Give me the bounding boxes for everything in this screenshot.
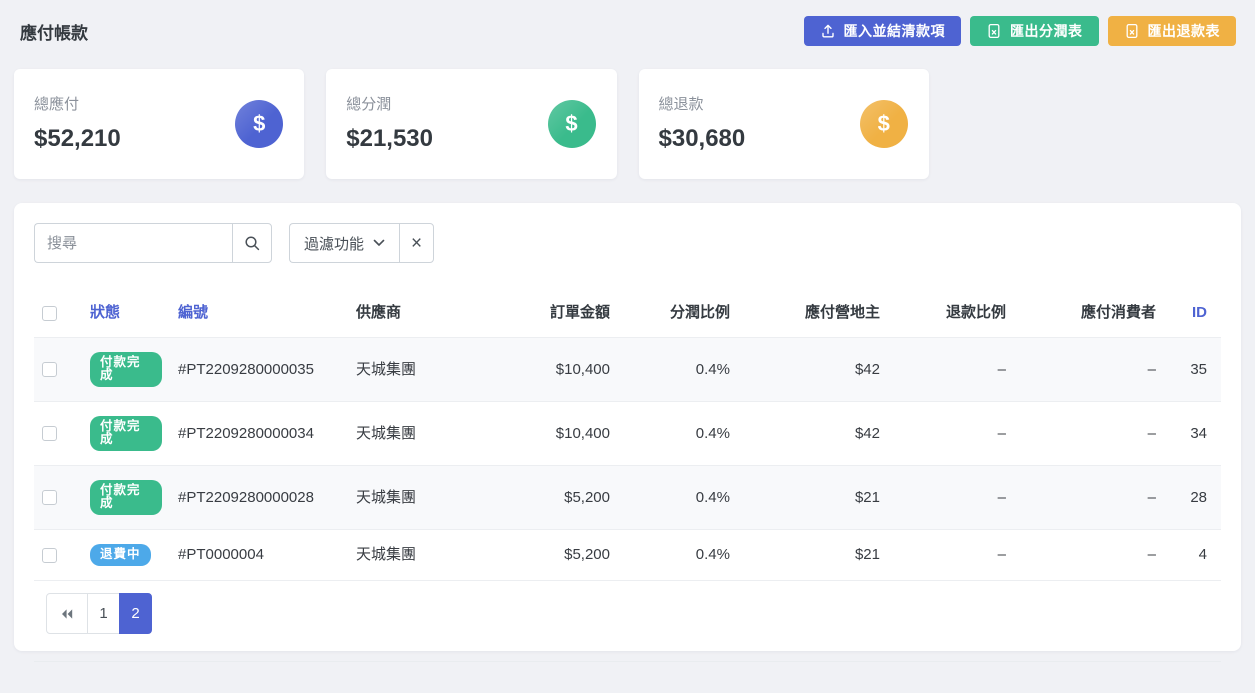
payable-owner-cell: $42 (738, 338, 888, 402)
import-settle-button[interactable]: 匯入並結清款項 (804, 16, 962, 46)
search-group (34, 223, 272, 263)
refund-ratio-cell: – (888, 402, 1014, 466)
table-row: 付款完成 #PT2209280000028 天城集團 $5,200 0.4% $… (34, 466, 1221, 530)
first-page-button[interactable] (46, 593, 88, 634)
stat-cards: 總應付 $52,210 $ 總分潤 $21,530 $ 總退款 $30,680 … (14, 69, 1241, 179)
select-all-checkbox[interactable] (42, 306, 57, 321)
table-toolbar: 過濾功能 × (34, 223, 1221, 263)
column-header-id[interactable]: ID (1164, 291, 1221, 338)
filter-group: 過濾功能 × (289, 223, 434, 263)
order-number-cell: #PT2209280000028 (170, 466, 348, 530)
filter-label: 過濾功能 (304, 233, 364, 254)
payable-owner-cell: $21 (738, 466, 888, 530)
id-cell: 35 (1164, 338, 1221, 402)
page-button-2[interactable]: 2 (119, 593, 152, 634)
excel-file-icon (1124, 23, 1140, 39)
profit-ratio-cell: 0.4% (618, 466, 738, 530)
dollar-icon: $ (860, 100, 908, 148)
dollar-icon: $ (548, 100, 596, 148)
row-checkbox[interactable] (42, 548, 57, 563)
chevron-down-icon (373, 239, 385, 247)
filter-dropdown-button[interactable]: 過濾功能 (289, 223, 399, 263)
column-header-profit-ratio: 分潤比例 (618, 291, 738, 338)
supplier-cell: 天城集團 (348, 338, 508, 402)
import-settle-label: 匯入並結清款項 (844, 21, 946, 41)
payable-consumer-cell: – (1014, 402, 1164, 466)
supplier-cell: 天城集團 (348, 530, 508, 581)
order-amount-cell: $5,200 (508, 466, 618, 530)
profit-ratio-cell: 0.4% (618, 530, 738, 581)
id-cell: 4 (1164, 530, 1221, 581)
top-bar: 應付帳款 匯入並結清款項 匯出分潤表 (0, 0, 1255, 46)
column-header-payable-consumer: 應付消費者 (1014, 291, 1164, 338)
row-checkbox[interactable] (42, 426, 57, 441)
row-checkbox[interactable] (42, 362, 57, 377)
profit-ratio-cell: 0.4% (618, 402, 738, 466)
table-row: 付款完成 #PT2209280000035 天城集團 $10,400 0.4% … (34, 338, 1221, 402)
payable-consumer-cell: – (1014, 466, 1164, 530)
status-badge: 退費中 (90, 544, 151, 566)
export-profit-button[interactable]: 匯出分潤表 (970, 16, 1099, 46)
payable-owner-cell: $21 (738, 530, 888, 581)
refund-ratio-cell: – (888, 338, 1014, 402)
order-amount-cell: $5,200 (508, 530, 618, 581)
table-card: 過濾功能 × 狀態 編號 供應商 訂單金額 分潤比例 (14, 203, 1241, 651)
search-icon (244, 235, 261, 252)
row-checkbox[interactable] (42, 490, 57, 505)
clear-filter-button[interactable]: × (399, 223, 434, 263)
card-footer-divider (34, 661, 1221, 662)
status-badge: 付款完成 (90, 480, 162, 515)
payable-consumer-cell: – (1014, 338, 1164, 402)
stat-card-total-payable: 總應付 $52,210 $ (14, 69, 304, 179)
status-badge: 付款完成 (90, 352, 162, 387)
column-header-number[interactable]: 編號 (170, 291, 348, 338)
search-button[interactable] (232, 223, 272, 263)
column-header-supplier: 供應商 (348, 291, 508, 338)
column-header-status[interactable]: 狀態 (82, 291, 170, 338)
order-number-cell: #PT2209280000034 (170, 402, 348, 466)
supplier-cell: 天城集團 (348, 466, 508, 530)
payable-owner-cell: $42 (738, 402, 888, 466)
column-header-payable-owner: 應付營地主 (738, 291, 888, 338)
top-actions: 匯入並結清款項 匯出分潤表 匯出退款表 (804, 16, 1237, 46)
excel-file-icon (986, 23, 1002, 39)
profit-ratio-cell: 0.4% (618, 338, 738, 402)
upload-icon (820, 23, 836, 39)
id-cell: 34 (1164, 402, 1221, 466)
order-amount-cell: $10,400 (508, 402, 618, 466)
refund-ratio-cell: – (888, 466, 1014, 530)
double-left-arrow-icon (59, 607, 75, 621)
export-refund-button[interactable]: 匯出退款表 (1108, 16, 1237, 46)
order-number-cell: #PT0000004 (170, 530, 348, 581)
refund-ratio-cell: – (888, 530, 1014, 581)
search-input[interactable] (34, 223, 232, 263)
order-number-cell: #PT2209280000035 (170, 338, 348, 402)
status-badge: 付款完成 (90, 416, 162, 451)
export-profit-label: 匯出分潤表 (1010, 21, 1083, 41)
pagination: 1 2 (46, 593, 1221, 634)
payables-table: 狀態 編號 供應商 訂單金額 分潤比例 應付營地主 退款比例 應付消費者 ID … (34, 291, 1221, 581)
table-row: 付款完成 #PT2209280000034 天城集團 $10,400 0.4% … (34, 402, 1221, 466)
payable-consumer-cell: – (1014, 530, 1164, 581)
page-title: 應付帳款 (20, 19, 88, 44)
supplier-cell: 天城集團 (348, 402, 508, 466)
column-header-refund-ratio: 退款比例 (888, 291, 1014, 338)
page-button-1[interactable]: 1 (87, 593, 120, 634)
column-header-order-amount: 訂單金額 (508, 291, 618, 338)
table-header-row: 狀態 編號 供應商 訂單金額 分潤比例 應付營地主 退款比例 應付消費者 ID (34, 291, 1221, 338)
dollar-icon: $ (235, 100, 283, 148)
order-amount-cell: $10,400 (508, 338, 618, 402)
stat-card-total-refund: 總退款 $30,680 $ (639, 69, 929, 179)
export-refund-label: 匯出退款表 (1148, 21, 1221, 41)
table-row: 退費中 #PT0000004 天城集團 $5,200 0.4% $21 – – … (34, 530, 1221, 581)
id-cell: 28 (1164, 466, 1221, 530)
stat-card-total-profit: 總分潤 $21,530 $ (326, 69, 616, 179)
